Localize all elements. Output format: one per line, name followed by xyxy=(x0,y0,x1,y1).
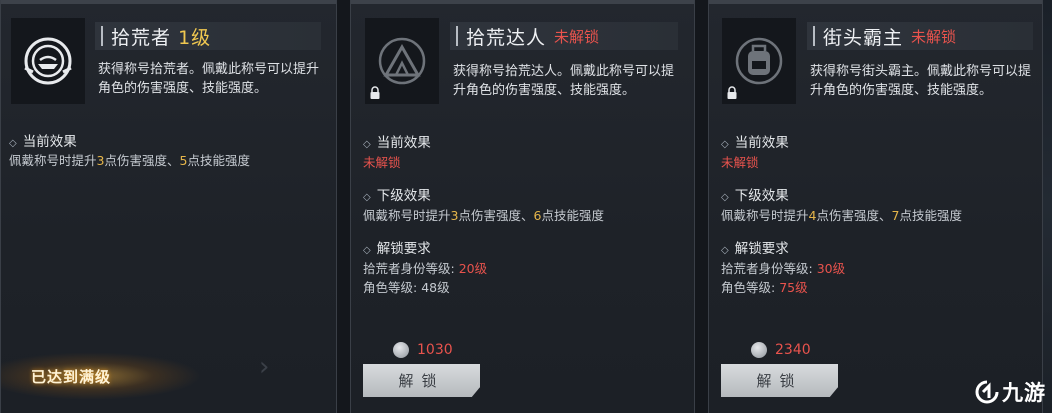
max-level-badge: 已达到满级 xyxy=(1,352,201,400)
chevron-right-icon: › xyxy=(259,352,270,382)
scavenger-emblem-icon xyxy=(24,37,72,85)
next-effect-value: 佩戴称号时提升3点伤害强度、6点技能强度 xyxy=(363,208,604,223)
current-effect-heading: ◇ 当前效果 xyxy=(721,135,789,151)
requirements-heading: ◇ 解锁要求 xyxy=(721,241,789,257)
title-icon-box xyxy=(722,18,796,104)
title-name: 拾荒达人 xyxy=(466,26,547,49)
title-icon-box xyxy=(11,18,85,104)
unlock-button[interactable]: 解锁 xyxy=(363,364,480,397)
title-description: 获得称号街头霸主。佩戴此称号可以提升角色的伤害强度、技能强度。 xyxy=(810,64,1032,98)
backpack-emblem-icon xyxy=(735,37,783,85)
title-level: 1级 xyxy=(178,26,212,49)
background-gap-middle xyxy=(695,0,708,413)
next-effect-heading: ◇ 下级效果 xyxy=(721,188,789,204)
locked-label: 未解锁 xyxy=(911,27,957,46)
title-bar: 街头霸主 未解锁 xyxy=(807,22,1033,50)
title-description: 获得称号拾荒者。佩戴此称号可以提升角色的伤害强度、技能强度。 xyxy=(98,62,320,96)
identity-level-requirement: 拾荒者身份等级: 20级 xyxy=(363,261,488,276)
current-effect-heading: ◇ 当前效果 xyxy=(363,135,431,151)
next-effect-heading: ◇ 下级效果 xyxy=(363,188,431,204)
title-name: 街头霸主 xyxy=(823,26,904,49)
unlock-cost: 1030 xyxy=(393,342,453,358)
title-marker xyxy=(813,26,815,46)
current-effect-heading: ◇ 当前效果 xyxy=(9,134,77,150)
title-name: 拾荒者 1级 xyxy=(111,26,212,49)
background-gap-left xyxy=(337,0,350,413)
title-bar: 拾荒达人 未解锁 xyxy=(450,22,678,50)
tent-emblem-icon xyxy=(378,37,426,85)
current-effect-value: 佩戴称号时提升3点伤害强度、5点技能强度 xyxy=(9,153,250,168)
title-card-street-overlord[interactable]: 街头霸主 未解锁 获得称号街头霸主。佩戴此称号可以提升角色的伤害强度、技能强度。… xyxy=(708,0,1043,413)
title-marker xyxy=(456,26,458,46)
unlock-button[interactable]: 解锁 xyxy=(721,364,838,397)
coin-icon xyxy=(751,342,767,358)
lock-icon xyxy=(727,86,737,99)
title-card-scavenger[interactable]: 拾荒者 1级 获得称号拾荒者。佩戴此称号可以提升角色的伤害强度、技能强度。 ◇ 当… xyxy=(0,0,337,413)
title-icon-box xyxy=(365,18,439,104)
lock-icon xyxy=(370,86,380,99)
title-description: 获得称号拾荒达人。佩戴此称号可以提升角色的伤害强度、技能强度。 xyxy=(453,64,675,98)
current-effect-value: 未解锁 xyxy=(363,155,401,170)
locked-label: 未解锁 xyxy=(554,27,600,46)
current-effect-value: 未解锁 xyxy=(721,155,759,170)
role-level-requirement: 角色等级: 75级 xyxy=(721,280,808,295)
requirements-heading: ◇ 解锁要求 xyxy=(363,241,431,257)
title-marker xyxy=(101,26,103,46)
ninegame-logo-icon xyxy=(975,380,999,404)
identity-level-requirement: 拾荒者身份等级: 30级 xyxy=(721,261,846,276)
role-level-requirement: 角色等级: 48级 xyxy=(363,280,450,295)
title-card-scavenger-expert[interactable]: 拾荒达人 未解锁 获得称号拾荒达人。佩戴此称号可以提升角色的伤害强度、技能强度。… xyxy=(350,0,695,413)
unlock-cost: 2340 xyxy=(751,342,811,358)
title-bar: 拾荒者 1级 xyxy=(95,22,321,50)
site-watermark: 九游 xyxy=(975,377,1046,407)
coin-icon xyxy=(393,342,409,358)
next-effect-value: 佩戴称号时提升4点伤害强度、7点技能强度 xyxy=(721,208,962,223)
